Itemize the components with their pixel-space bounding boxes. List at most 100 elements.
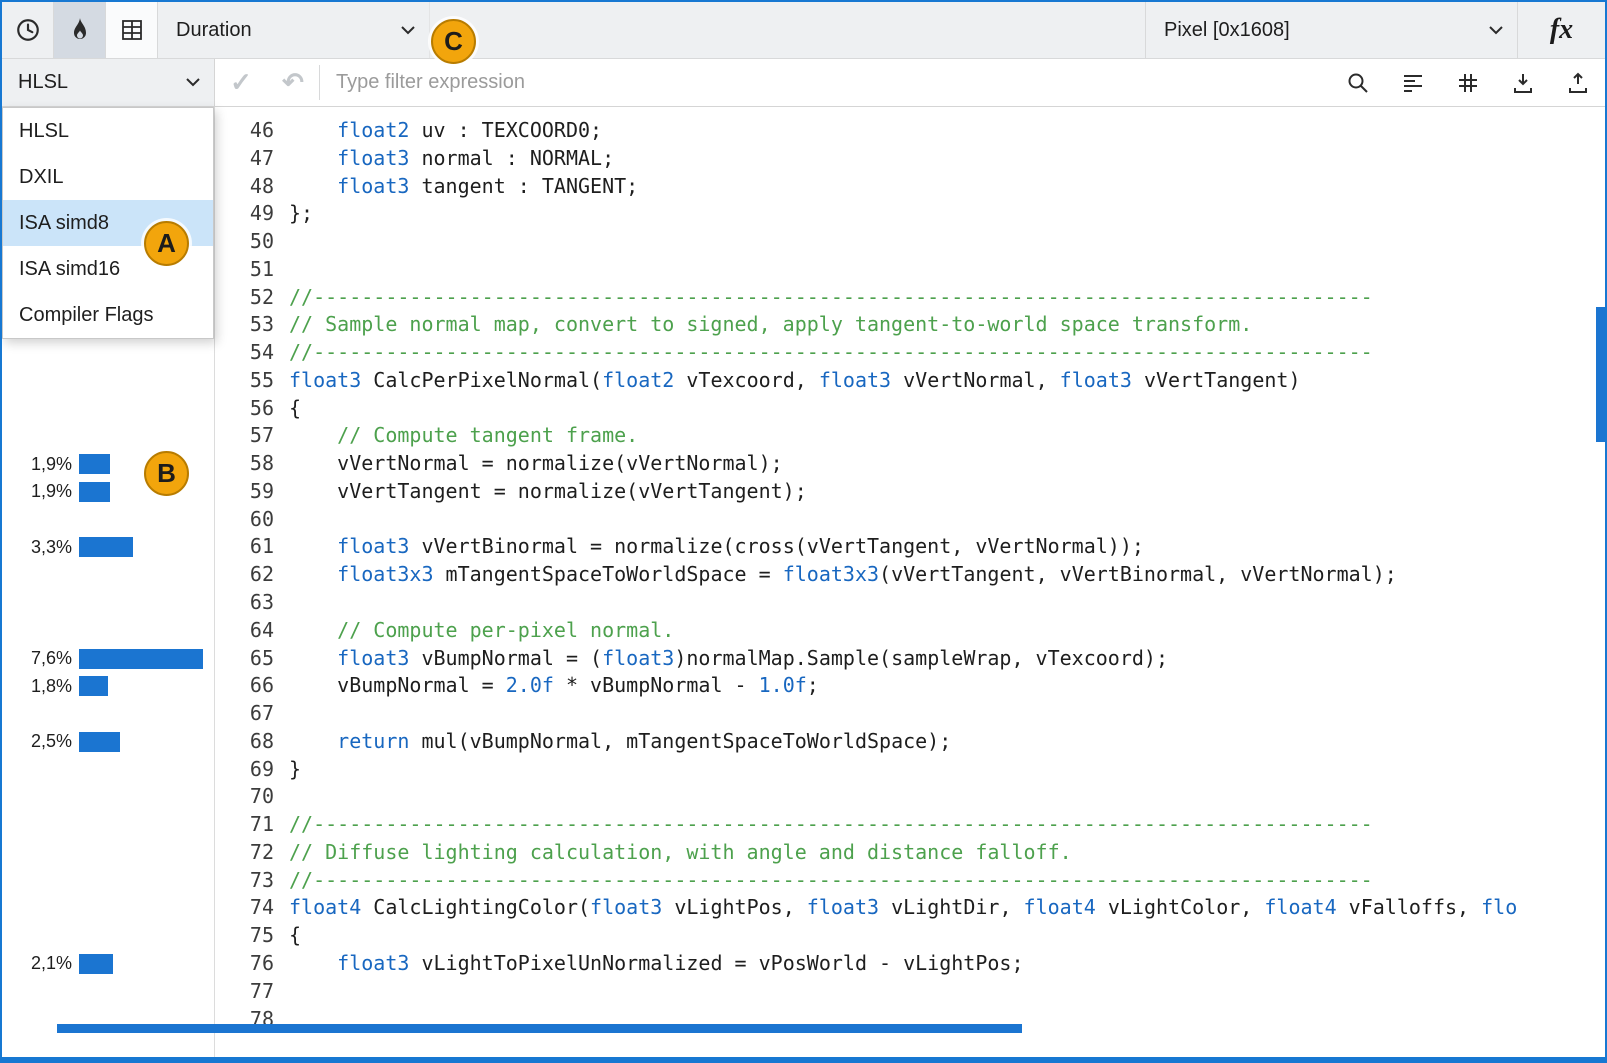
line-number: 73 bbox=[216, 867, 274, 895]
code-line-57[interactable]: 57 // Compute tangent frame. bbox=[216, 422, 1605, 450]
horizontal-scrollbar[interactable] bbox=[57, 1024, 1022, 1033]
code-line-73[interactable]: 73//------------------------------------… bbox=[216, 867, 1605, 895]
line-number: 67 bbox=[216, 700, 274, 728]
shader-view-dropdown-button[interactable]: HLSL bbox=[2, 59, 215, 106]
line-number: 62 bbox=[216, 561, 274, 589]
code-text: return mul(vBumpNormal, mTangentSpaceToW… bbox=[289, 728, 951, 756]
code-text: { bbox=[289, 922, 301, 950]
code-line-55[interactable]: 55float3 CalcPerPixelNormal(float2 vTexc… bbox=[216, 367, 1605, 395]
code-text: // Compute per-pixel normal. bbox=[289, 617, 674, 645]
hotspots-view-button[interactable] bbox=[54, 2, 106, 58]
pixel-selector-dropdown[interactable]: Pixel [0x1608] bbox=[1145, 2, 1517, 58]
code-line-68[interactable]: 68 return mul(vBumpNormal, mTangentSpace… bbox=[216, 728, 1605, 756]
code-line-61[interactable]: 61 float3 vVertBinormal = normalize(cros… bbox=[216, 533, 1605, 561]
line-number: 56 bbox=[216, 395, 274, 423]
heat-percent-label: 3,3% bbox=[20, 537, 72, 558]
code-text: // Compute tangent frame. bbox=[289, 422, 638, 450]
code-line-75[interactable]: 75{ bbox=[216, 922, 1605, 950]
line-number: 52 bbox=[216, 284, 274, 312]
code-text: float3 tangent : TANGENT; bbox=[289, 173, 638, 201]
shader-view-value: HLSL bbox=[18, 71, 68, 94]
grid-hash-icon bbox=[1456, 71, 1480, 95]
code-text: vBumpNormal = 2.0f * vBumpNormal - 1.0f; bbox=[289, 672, 819, 700]
code-line-66[interactable]: 66 vBumpNormal = 2.0f * vBumpNormal - 1.… bbox=[216, 672, 1605, 700]
duration-dropdown[interactable]: Duration bbox=[158, 2, 430, 58]
line-number: 55 bbox=[216, 367, 274, 395]
code-line-59[interactable]: 59 vVertTangent = normalize(vVertTangent… bbox=[216, 478, 1605, 506]
line-number: 71 bbox=[216, 811, 274, 839]
line-number: 72 bbox=[216, 839, 274, 867]
code-line-64[interactable]: 64 // Compute per-pixel normal. bbox=[216, 617, 1605, 645]
vertical-scrollbar[interactable] bbox=[1596, 307, 1605, 442]
heat-bar bbox=[79, 482, 110, 502]
menu-item-compiler-flags[interactable]: Compiler Flags bbox=[3, 292, 213, 338]
code-text: float3x3 mTangentSpaceToWorldSpace = flo… bbox=[289, 561, 1397, 589]
fx-functions-button[interactable]: fx bbox=[1517, 2, 1605, 58]
filter-toolbar: HLSL ✓ ↶ bbox=[2, 59, 1605, 107]
code-line-65[interactable]: 65 float3 vBumpNormal = (float3)normalMa… bbox=[216, 645, 1605, 673]
undo-filter-button[interactable]: ↶ bbox=[267, 59, 319, 106]
line-number: 76 bbox=[216, 950, 274, 978]
code-line-77[interactable]: 77 bbox=[216, 978, 1605, 1006]
annotation-badge-a: A bbox=[144, 221, 189, 266]
code-line-51[interactable]: 51 bbox=[216, 256, 1605, 284]
code-text: }; bbox=[289, 200, 313, 228]
menu-item-dxil[interactable]: DXIL bbox=[3, 154, 213, 200]
annotation-badge-b: B bbox=[144, 451, 189, 496]
heat-row-line-65: 7,6% bbox=[2, 645, 215, 673]
heat-row-line-61: 3,3% bbox=[2, 534, 215, 562]
heat-percent-label: 1,9% bbox=[20, 481, 72, 502]
code-line-62[interactable]: 62 float3x3 mTangentSpaceToWorldSpace = … bbox=[216, 561, 1605, 589]
profiler-window: Duration Pixel [0x1608] fx HLSL bbox=[0, 0, 1607, 1063]
annotation-badge-c: C bbox=[431, 19, 476, 64]
code-text: //--------------------------------------… bbox=[289, 339, 1373, 367]
apply-filter-button[interactable]: ✓ bbox=[215, 59, 267, 106]
heat-percent-label: 1,9% bbox=[20, 454, 72, 475]
main-area: 1,9%1,9%3,3%7,6%1,8%2,5%2,1% 46 float2 u… bbox=[2, 107, 1605, 1057]
code-text: //--------------------------------------… bbox=[289, 811, 1373, 839]
code-line-58[interactable]: 58 vVertNormal = normalize(vVertNormal); bbox=[216, 450, 1605, 478]
code-line-60[interactable]: 60 bbox=[216, 506, 1605, 534]
code-line-52[interactable]: 52//------------------------------------… bbox=[216, 284, 1605, 312]
code-text: { bbox=[289, 395, 301, 423]
download-button[interactable] bbox=[1495, 59, 1550, 106]
code-line-56[interactable]: 56 { bbox=[216, 395, 1605, 423]
line-number: 68 bbox=[216, 728, 274, 756]
code-line-48[interactable]: 48 float3 tangent : TANGENT; bbox=[216, 173, 1605, 201]
code-line-74[interactable]: 74float4 CalcLightingColor(float3 vLight… bbox=[216, 894, 1605, 922]
export-button[interactable] bbox=[1550, 59, 1605, 106]
history-view-button[interactable] bbox=[2, 2, 54, 58]
menu-item-hlsl[interactable]: HLSL bbox=[3, 108, 213, 154]
line-number: 57 bbox=[216, 422, 274, 450]
line-mapping-button[interactable] bbox=[1385, 59, 1440, 106]
code-line-47[interactable]: 47 float3 normal : NORMAL; bbox=[216, 145, 1605, 173]
chevron-down-icon bbox=[1489, 26, 1503, 35]
counters-view-button[interactable] bbox=[106, 2, 158, 58]
code-line-71[interactable]: 71 //------------------------------------… bbox=[216, 811, 1605, 839]
code-line-53[interactable]: 53// Sample normal map, convert to signe… bbox=[216, 311, 1605, 339]
code-line-46[interactable]: 46 float2 uv : TEXCOORD0; bbox=[216, 117, 1605, 145]
code-text: float2 uv : TEXCOORD0; bbox=[289, 117, 602, 145]
chevron-down-icon bbox=[401, 26, 415, 35]
code-line-63[interactable]: 63 bbox=[216, 589, 1605, 617]
line-number: 65 bbox=[216, 645, 274, 673]
code-line-70[interactable]: 70 bbox=[216, 783, 1605, 811]
heat-row-line-76: 2,1% bbox=[2, 950, 215, 978]
code-line-67[interactable]: 67 bbox=[216, 700, 1605, 728]
code-line-50[interactable]: 50 bbox=[216, 228, 1605, 256]
line-number: 50 bbox=[216, 228, 274, 256]
search-button[interactable] bbox=[1330, 59, 1385, 106]
code-line-54[interactable]: 54//------------------------------------… bbox=[216, 339, 1605, 367]
line-number: 70 bbox=[216, 783, 274, 811]
code-line-49[interactable]: 49}; bbox=[216, 200, 1605, 228]
code-line-69[interactable]: 69} bbox=[216, 756, 1605, 784]
heat-bar bbox=[79, 649, 203, 669]
checkmark-icon: ✓ bbox=[230, 67, 252, 98]
code-text: float3 vBumpNormal = (float3)normalMap.S… bbox=[289, 645, 1168, 673]
code-view: 46 float2 uv : TEXCOORD0;47 float3 norma… bbox=[216, 107, 1605, 1057]
heat-bar bbox=[79, 954, 113, 974]
code-line-76[interactable]: 76 float3 vLightToPixelUnNormalized = vP… bbox=[216, 950, 1605, 978]
toggle-grid-button[interactable] bbox=[1440, 59, 1495, 106]
filter-expression-input[interactable] bbox=[320, 59, 1330, 106]
code-line-72[interactable]: 72// Diffuse lighting calculation, with … bbox=[216, 839, 1605, 867]
